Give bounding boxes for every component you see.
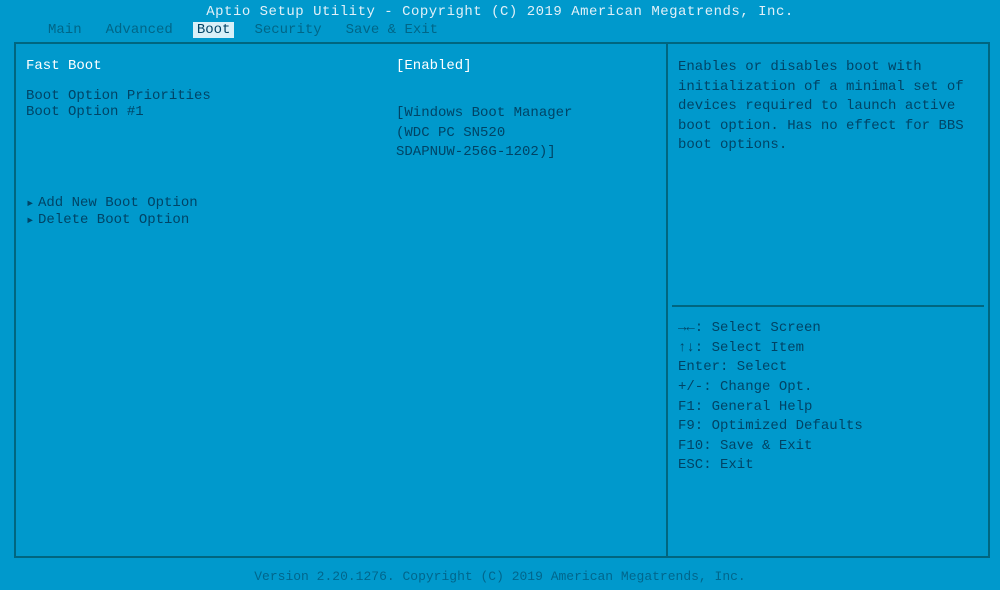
settings-pane: Fast Boot [Enabled] Boot Option Prioriti…: [16, 44, 668, 556]
key-enter: Enter: Select: [678, 358, 978, 378]
submenu-arrow-icon: ▸: [26, 195, 38, 212]
boot-option-1-value: [Windows Boot Manager (WDC PC SN520 SDAP…: [396, 104, 666, 163]
add-new-boot-option-row[interactable]: ▸ Add New Boot Option: [26, 195, 666, 212]
delete-boot-option-row[interactable]: ▸ Delete Boot Option: [26, 212, 666, 229]
key-select-item: ↑↓: Select Item: [678, 339, 978, 359]
boot-priorities-header: Boot Option Priorities: [26, 88, 666, 104]
bios-title: Aptio Setup Utility - Copyright (C) 2019…: [0, 0, 1000, 22]
boot-option-1-label: Boot Option #1: [26, 104, 396, 163]
fast-boot-row[interactable]: Fast Boot [Enabled]: [26, 58, 666, 74]
fast-boot-value: [Enabled]: [396, 58, 666, 74]
fast-boot-label: Fast Boot: [26, 58, 396, 74]
key-general-help: F1: General Help: [678, 398, 978, 418]
key-select-screen: →←: Select Screen: [678, 319, 978, 339]
help-pane: Enables or disables boot with initializa…: [668, 44, 988, 556]
main-frame: Fast Boot [Enabled] Boot Option Prioriti…: [14, 42, 990, 558]
add-new-boot-option-label: Add New Boot Option: [38, 195, 198, 212]
tab-bar: Main Advanced Boot Security Save & Exit: [0, 22, 1000, 40]
tab-security[interactable]: Security: [250, 22, 325, 38]
tab-boot[interactable]: Boot: [193, 22, 235, 38]
key-esc: ESC: Exit: [678, 456, 978, 476]
key-save-exit: F10: Save & Exit: [678, 437, 978, 457]
tab-save-exit[interactable]: Save & Exit: [342, 22, 442, 38]
key-optimized-defaults: F9: Optimized Defaults: [678, 417, 978, 437]
key-change-opt: +/-: Change Opt.: [678, 378, 978, 398]
tab-main[interactable]: Main: [44, 22, 86, 38]
boot-priorities-label: Boot Option Priorities: [26, 88, 396, 104]
delete-boot-option-label: Delete Boot Option: [38, 212, 189, 229]
key-legend: →←: Select Screen ↑↓: Select Item Enter:…: [668, 307, 988, 556]
submenu-arrow-icon: ▸: [26, 212, 38, 229]
help-text: Enables or disables boot with initializa…: [668, 44, 988, 305]
bios-footer: Version 2.20.1276. Copyright (C) 2019 Am…: [0, 569, 1000, 584]
tab-advanced[interactable]: Advanced: [102, 22, 177, 38]
boot-option-1-row[interactable]: Boot Option #1 [Windows Boot Manager (WD…: [26, 104, 666, 163]
